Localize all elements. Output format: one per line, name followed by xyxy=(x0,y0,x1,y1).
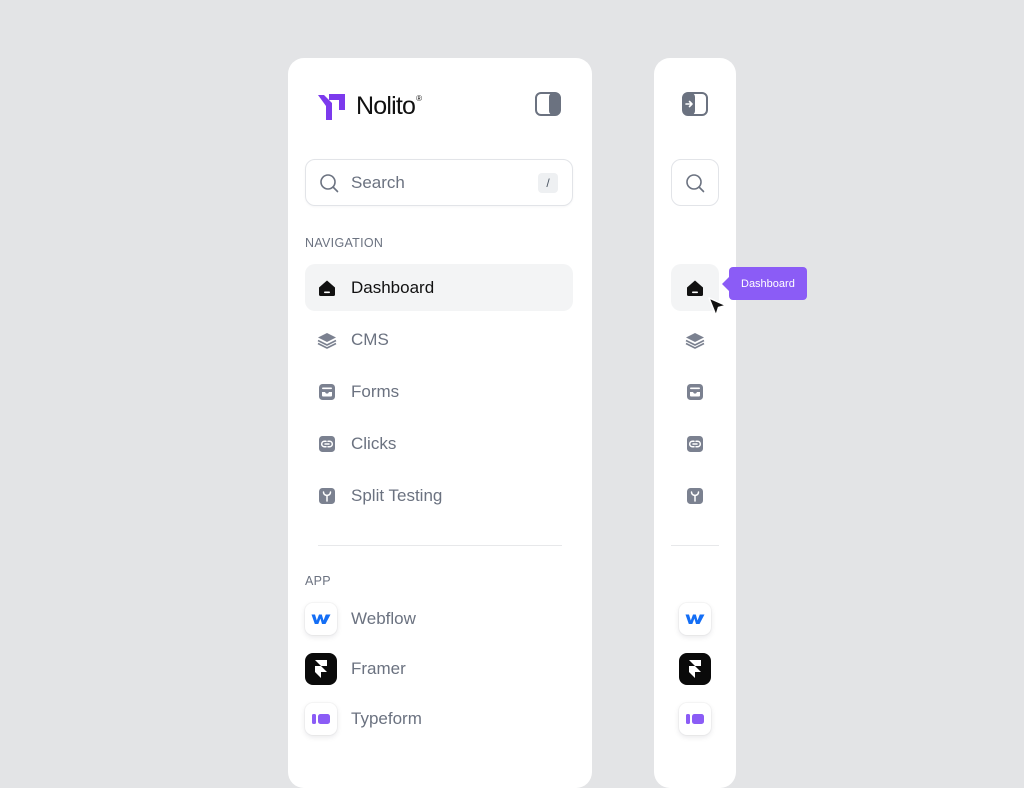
collapse-sidebar-button[interactable] xyxy=(534,90,562,118)
app-label: Framer xyxy=(351,659,406,678)
nav-item-clicks-collapsed[interactable] xyxy=(671,420,719,467)
nolito-logo-icon xyxy=(318,94,345,120)
nav-label: Split Testing xyxy=(351,485,443,505)
expand-sidebar-button[interactable] xyxy=(681,90,709,118)
home-icon xyxy=(317,278,337,298)
mouse-cursor-icon xyxy=(708,297,727,317)
nav-item-dashboard[interactable]: Dashboard xyxy=(305,264,573,311)
app-item-typeform-collapsed[interactable] xyxy=(679,703,711,735)
typeform-logo-icon xyxy=(679,703,711,735)
app-item-framer[interactable]: Framer xyxy=(305,651,406,687)
section-divider xyxy=(671,545,719,546)
app-label: Webflow xyxy=(351,609,416,628)
nav-item-cms-collapsed[interactable] xyxy=(671,316,719,363)
split-icon xyxy=(317,486,337,506)
section-divider xyxy=(318,545,562,546)
dashboard-tooltip: Dashboard xyxy=(722,267,807,300)
brand-logo[interactable]: Nolito® xyxy=(318,92,422,121)
link-icon xyxy=(317,434,337,454)
brand-name: Nolito® xyxy=(356,92,422,120)
link-icon xyxy=(687,435,703,452)
search-shortcut-badge: / xyxy=(538,172,558,193)
nav-item-cms[interactable]: CMS xyxy=(305,316,573,363)
framer-logo-icon xyxy=(679,653,711,685)
search-button[interactable] xyxy=(671,159,719,206)
webflow-logo-icon xyxy=(305,603,337,635)
app-item-webflow-collapsed[interactable] xyxy=(679,603,711,635)
search-placeholder: Search xyxy=(351,172,405,192)
nav-label: Dashboard xyxy=(351,277,435,297)
nav-label: Clicks xyxy=(351,433,397,453)
form-icon xyxy=(687,383,703,400)
app-item-framer-collapsed[interactable] xyxy=(679,653,711,685)
sidebar-expanded: Nolito® Search / NAVIGATION Dashboard CM… xyxy=(288,58,592,788)
search-input[interactable]: Search / xyxy=(305,159,573,206)
nav-item-split-testing-collapsed[interactable] xyxy=(671,472,719,519)
nav-item-split-testing[interactable]: Split Testing xyxy=(305,472,573,519)
sidebar-collapsed xyxy=(654,58,736,788)
webflow-logo-icon xyxy=(679,603,711,635)
search-icon xyxy=(686,173,705,192)
search-icon xyxy=(320,173,339,192)
typeform-logo-icon xyxy=(305,703,337,735)
nav-item-forms-collapsed[interactable] xyxy=(671,368,719,415)
home-icon xyxy=(687,280,703,296)
section-label-app: APP xyxy=(305,574,331,588)
nav-label: CMS xyxy=(351,329,389,349)
expand-sidebar-icon xyxy=(682,92,708,116)
app-item-webflow[interactable]: Webflow xyxy=(305,601,416,637)
split-icon xyxy=(687,487,703,504)
nav-item-clicks[interactable]: Clicks xyxy=(305,420,573,467)
layers-icon xyxy=(685,332,705,349)
layers-icon xyxy=(317,330,337,350)
framer-logo-icon xyxy=(305,653,337,685)
nav-item-forms[interactable]: Forms xyxy=(305,368,573,415)
form-icon xyxy=(317,382,337,402)
app-label: Typeform xyxy=(351,709,422,728)
section-label-navigation: NAVIGATION xyxy=(305,236,384,250)
sidebar-toggle-icon xyxy=(535,92,561,116)
nav-label: Forms xyxy=(351,381,400,401)
app-item-typeform[interactable]: Typeform xyxy=(305,701,422,737)
